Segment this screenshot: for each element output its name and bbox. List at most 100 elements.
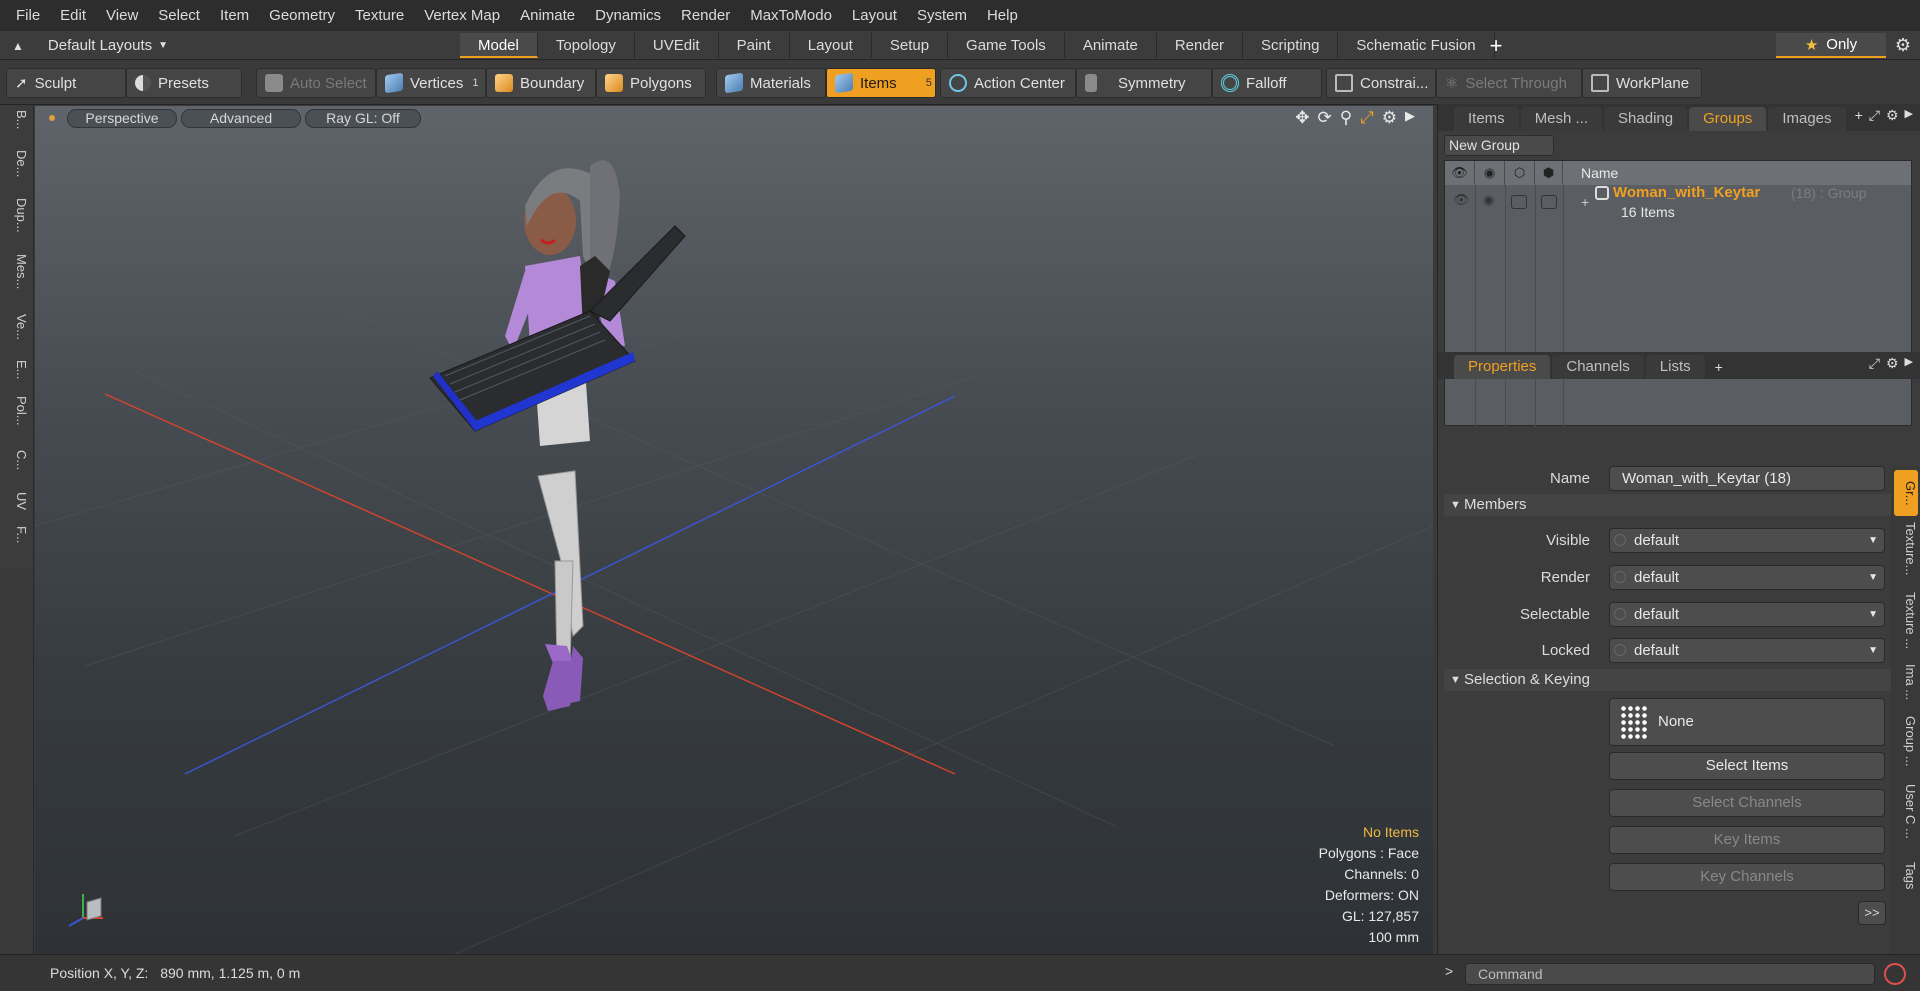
tab-scripting[interactable]: Scripting (1243, 33, 1339, 58)
properties-gear-icon[interactable]: ⚙ (1886, 355, 1899, 372)
side-tab-tags[interactable]: Tags (1894, 862, 1918, 889)
materials-button[interactable]: Materials (716, 68, 826, 98)
left-tab-vertex[interactable]: Ve... (5, 314, 29, 340)
left-tab-duplicate[interactable]: Dup... (5, 198, 29, 233)
key-items-button[interactable]: Key Items (1609, 826, 1885, 854)
left-tab-curve[interactable]: C... (5, 450, 29, 470)
visibility-eye-icon[interactable]: 👁 (1445, 161, 1475, 185)
visible-dropdown[interactable]: default ▼ (1609, 528, 1885, 553)
tab-items[interactable]: Items (1454, 107, 1519, 131)
auto-select-button[interactable]: Auto Select (256, 68, 376, 98)
tab-topology[interactable]: Topology (538, 33, 635, 58)
row-select-checkbox[interactable] (1511, 195, 1527, 209)
tab-shading[interactable]: Shading (1604, 107, 1688, 131)
side-tab-user-channels[interactable]: User C ... (1894, 784, 1918, 839)
group-row[interactable]: 👁 ◉ + Woman_with_Keytar (18) : Group 16 … (1445, 184, 1911, 226)
menu-animate[interactable]: Animate (510, 0, 585, 31)
select-channels-button[interactable]: Select Channels (1609, 789, 1885, 817)
menu-view[interactable]: View (96, 0, 148, 31)
3d-viewport[interactable]: Perspective Advanced Ray GL: Off ✥ ⟳ ⚲ ⤢… (35, 106, 1433, 954)
left-tab-fusion[interactable]: F... (5, 526, 29, 543)
polygons-button[interactable]: Polygons (596, 68, 706, 98)
menu-edit[interactable]: Edit (50, 0, 96, 31)
tab-channels[interactable]: Channels (1552, 355, 1644, 379)
menu-help[interactable]: Help (977, 0, 1028, 31)
locked-dropdown[interactable]: default ▼ (1609, 638, 1885, 663)
falloff-button[interactable]: Falloff (1212, 68, 1322, 98)
tab-model[interactable]: Model (460, 33, 538, 58)
left-tab-uv[interactable]: UV (5, 492, 29, 510)
name-column-header[interactable]: Name (1563, 165, 1618, 181)
side-tab-group[interactable]: Gr... (1894, 470, 1918, 516)
add-tab-plus-icon[interactable]: + (1482, 31, 1510, 60)
tab-schematic-fusion[interactable]: Schematic Fusion (1338, 33, 1495, 58)
row-render-icon[interactable]: ◉ (1483, 192, 1494, 208)
add-properties-tab-icon[interactable]: + (1715, 355, 1723, 379)
tab-game-tools[interactable]: Game Tools (948, 33, 1065, 58)
tab-uvedit[interactable]: UVEdit (635, 33, 719, 58)
left-tab-basic[interactable]: B... (5, 110, 29, 130)
row-eye-icon[interactable]: 👁 (1453, 192, 1470, 208)
collapse-up-icon[interactable]: ▲ (12, 39, 24, 53)
selection-set-none-button[interactable]: None (1609, 698, 1885, 746)
expand-plus-icon[interactable]: + (1581, 194, 1589, 210)
command-record-icon[interactable] (1884, 963, 1906, 985)
side-tab-images[interactable]: Ima ... (1894, 664, 1918, 700)
menu-maxtomodo[interactable]: MaxToModo (740, 0, 842, 31)
name-field[interactable]: Woman_with_Keytar (18) (1609, 466, 1885, 491)
menu-geometry[interactable]: Geometry (259, 0, 345, 31)
layout-selector[interactable]: ▲ Default Layouts ▼ (0, 31, 250, 60)
select-items-button[interactable]: Select Items (1609, 752, 1885, 780)
panel-gear-icon[interactable]: ⚙ (1886, 107, 1899, 124)
select-lock-icon[interactable]: ⬡ (1505, 161, 1535, 185)
boundary-button[interactable]: Boundary (486, 68, 596, 98)
menu-texture[interactable]: Texture (345, 0, 414, 31)
gear-icon[interactable]: ⚙ (1886, 31, 1920, 60)
workplane-button[interactable]: WorkPlane (1582, 68, 1702, 98)
selection-keying-section-header[interactable]: ▼ Selection & Keying (1444, 669, 1901, 691)
tab-layout[interactable]: Layout (790, 33, 872, 58)
tab-animate[interactable]: Animate (1065, 33, 1157, 58)
presets-button[interactable]: Presets (126, 68, 242, 98)
tab-render[interactable]: Render (1157, 33, 1244, 58)
add-tab-icon[interactable]: + (1855, 107, 1863, 124)
tab-paint[interactable]: Paint (719, 33, 790, 58)
items-button[interactable]: Items 5 (826, 68, 936, 98)
menu-dynamics[interactable]: Dynamics (585, 0, 671, 31)
key-channels-button[interactable]: Key Channels (1609, 863, 1885, 891)
selectable-dropdown[interactable]: default ▼ (1609, 602, 1885, 627)
left-tab-polygon[interactable]: Pol... (5, 396, 29, 426)
row-lock-checkbox[interactable] (1541, 195, 1557, 209)
vertices-button[interactable]: Vertices 1 (376, 68, 486, 98)
left-tab-deform[interactable]: De... (5, 150, 29, 177)
tab-setup[interactable]: Setup (872, 33, 949, 58)
menu-item[interactable]: Item (210, 0, 259, 31)
command-input[interactable]: Command (1465, 963, 1875, 985)
side-tab-texture-2[interactable]: Texture ... (1894, 592, 1918, 649)
tab-mesh[interactable]: Mesh ... (1520, 107, 1603, 131)
tab-properties[interactable]: Properties (1454, 355, 1551, 379)
select-through-button[interactable]: ⚛ Select Through (1436, 68, 1582, 98)
render-icon[interactable]: ◉ (1475, 161, 1505, 185)
properties-expand-icon[interactable]: ⤢ (1869, 355, 1880, 372)
tab-groups[interactable]: Groups (1689, 107, 1767, 131)
only-button[interactable]: ★ Only (1776, 33, 1886, 58)
menu-layout[interactable]: Layout (842, 0, 907, 31)
expand-icon[interactable]: ⤢ (1869, 107, 1880, 124)
more-button[interactable]: >> (1858, 901, 1886, 925)
menu-render[interactable]: Render (671, 0, 740, 31)
render-dropdown[interactable]: default ▼ (1609, 565, 1885, 590)
tab-lists[interactable]: Lists (1645, 355, 1705, 379)
properties-more-icon[interactable]: ▶ (1905, 355, 1913, 372)
side-tab-group-2[interactable]: Group ... (1894, 716, 1918, 767)
panel-more-icon[interactable]: ▶ (1905, 107, 1913, 124)
action-center-button[interactable]: Action Center (940, 68, 1076, 98)
members-section-header[interactable]: ▼ Members (1444, 494, 1901, 516)
lock-icon[interactable]: ⬢ (1535, 161, 1563, 185)
menu-select[interactable]: Select (148, 0, 210, 31)
side-tab-texture-1[interactable]: Texture... (1894, 522, 1918, 575)
menu-vertex-map[interactable]: Vertex Map (414, 0, 510, 31)
left-tab-edge[interactable]: E... (5, 360, 29, 380)
new-group-button[interactable]: New Group (1444, 135, 1554, 156)
tab-images[interactable]: Images (1768, 107, 1846, 131)
